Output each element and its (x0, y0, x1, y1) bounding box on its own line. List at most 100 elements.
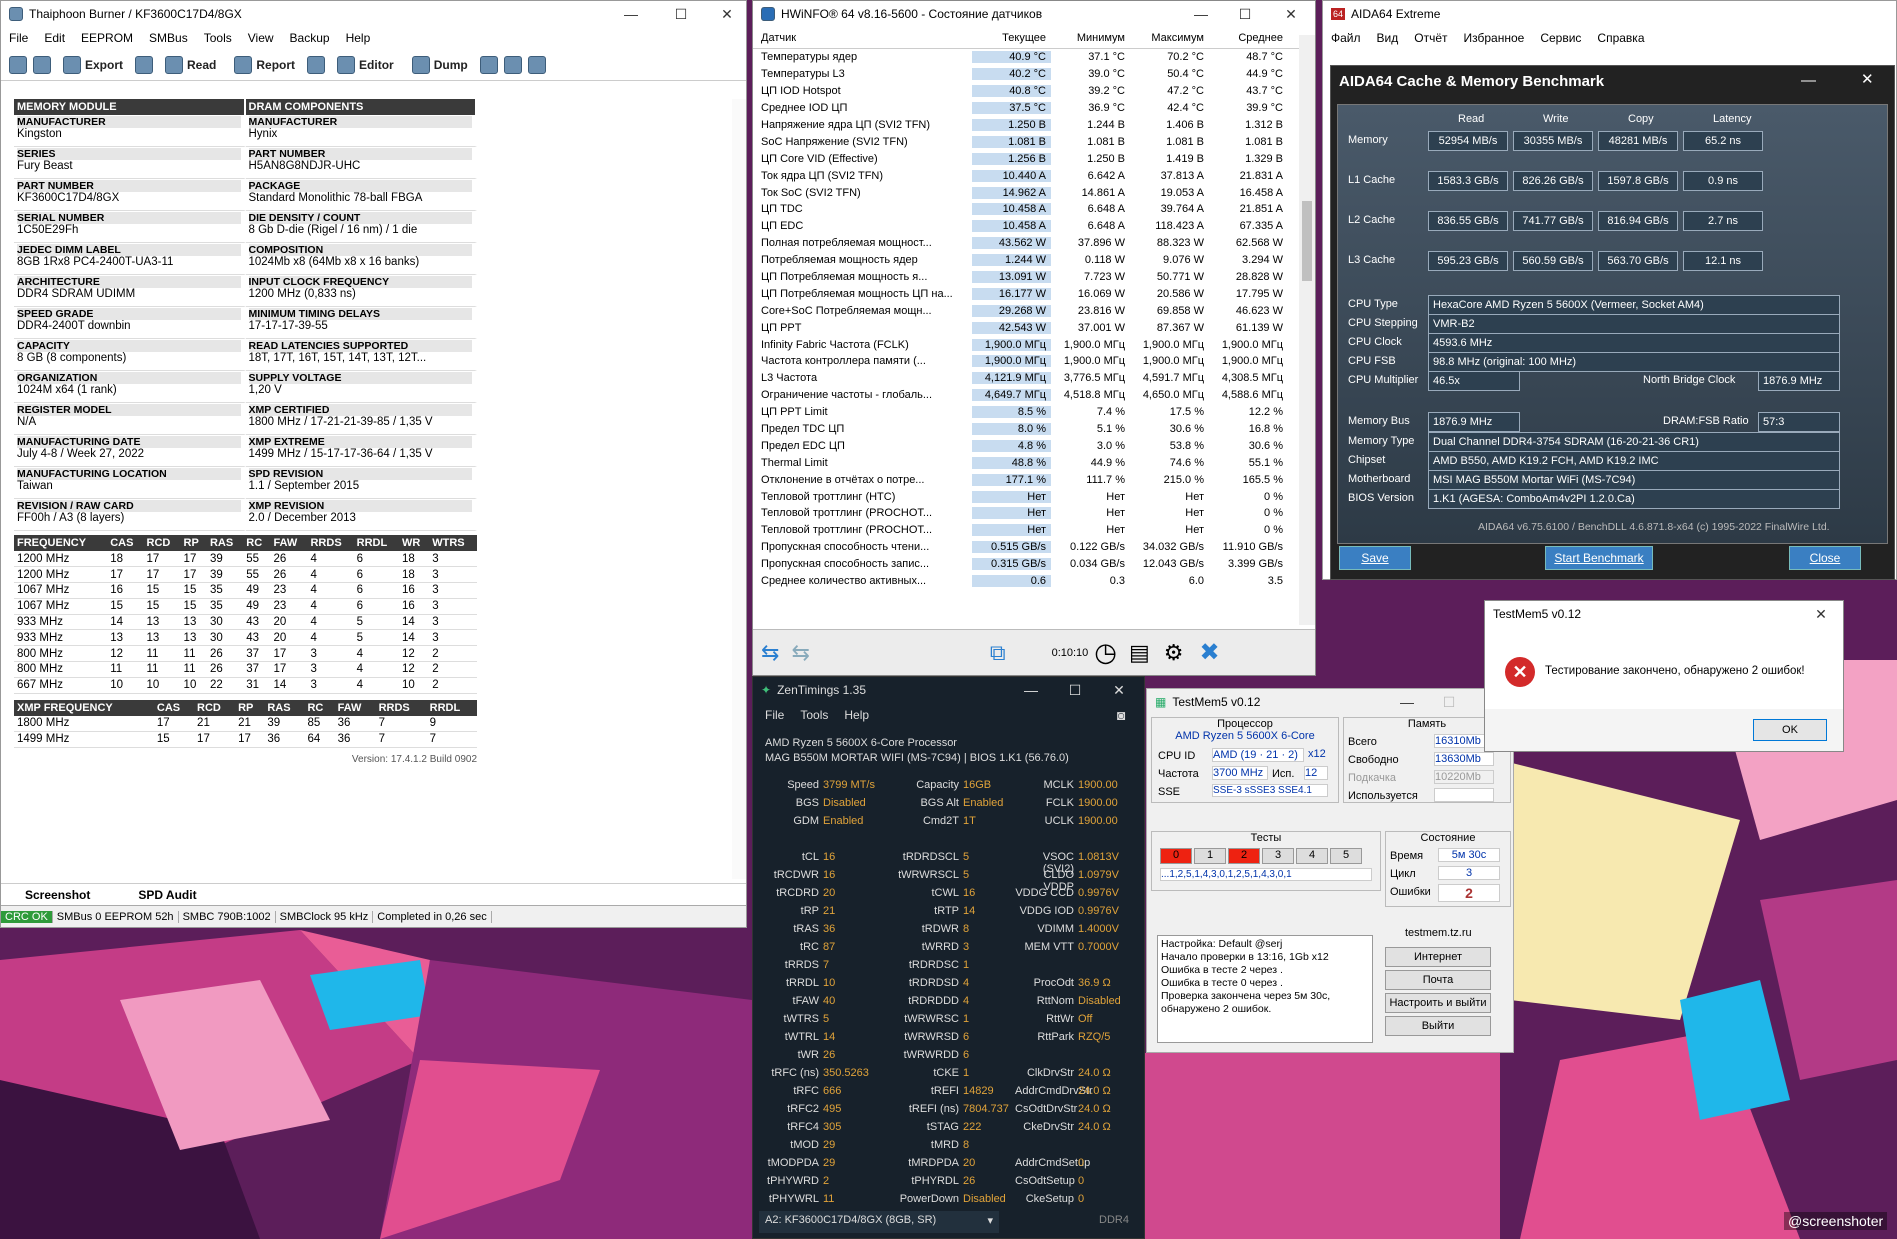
menu-item-view[interactable]: View (240, 31, 282, 45)
monitor-icon[interactable] (527, 55, 546, 74)
sensor-row[interactable]: Температуры ядер 40.9 °C 37.1 °C 70.2 °C 48.… (753, 49, 1315, 66)
sensor-row[interactable]: ЦП PPT 42.543 W 37.001 W 87.367 W 61.139 W (753, 319, 1315, 336)
sensor-row[interactable]: Тепловой троттлинг (PROCHOT... Нет Нет Нет 0… (753, 505, 1315, 522)
benchmark-titlebar[interactable]: AIDA64 Cache & Memory Benchmark — ✕ (1331, 66, 1894, 96)
camera-icon[interactable]: ◙ (1117, 707, 1125, 723)
ok-button[interactable]: OK (1753, 719, 1827, 741)
button-3[interactable]: Выйти (1385, 1016, 1491, 1036)
sensor-row[interactable]: SoC Напряжение (SVI2 TFN) 1.081 В 1.081 В 1… (753, 133, 1315, 150)
sensor-row[interactable]: Напряжение ядра ЦП (SVI2 TFN) 1.250 В 1.24… (753, 117, 1315, 134)
minimize-button[interactable]: — (1011, 677, 1051, 703)
sensor-row[interactable]: Infinity Fabric Частота (FCLK) 1,900.0 МГ… (753, 336, 1315, 353)
menu-item-tools[interactable]: Tools (196, 31, 240, 45)
copy-icon[interactable] (503, 55, 522, 74)
zentimings-titlebar[interactable]: ✦ ZenTimings 1.35 — ☐ ✕ (753, 677, 1144, 703)
minimize-button[interactable]: — (611, 1, 651, 27)
menu-item-edit[interactable]: Edit (36, 31, 73, 45)
menu-item-smbus[interactable]: SMBus (141, 31, 196, 45)
sensor-row[interactable]: Полная потребляемая мощност... 43.562 W 37… (753, 235, 1315, 252)
sensor-row[interactable]: Предел EDC ЦП 4.8 % 3.0 % 53.8 % 30.6 % (753, 437, 1315, 454)
sensor-row[interactable]: Пропускная способность запис... 0.315 GB/… (753, 556, 1315, 573)
close-sensors-icon[interactable]: ✖ (1200, 638, 1220, 667)
menu-item-справка[interactable]: Справка (1589, 31, 1652, 45)
settings-icon[interactable]: ⚙ (1164, 640, 1184, 666)
settings-icon[interactable] (9, 55, 27, 74)
report-button[interactable]: Report (228, 55, 301, 74)
close-button[interactable]: ✕ (707, 1, 746, 27)
sensor-row[interactable]: ЦП TDC 10.458 A 6.648 A 39.764 A 21.851 A (753, 201, 1315, 218)
sensor-row[interactable]: Thermal Limit 48.8 % 44.9 % 74.6 % 55.1 % (753, 454, 1315, 471)
sensor-row[interactable]: Среднее IOD ЦП 37.5 °C 36.9 °C 42.4 °C 39.9 … (753, 100, 1315, 117)
save-button[interactable]: Save (1339, 546, 1411, 570)
column-header-3[interactable]: Максимум (1130, 32, 1209, 44)
sensor-row[interactable]: ЦП Потребляемая мощность ЦП на... 16.177 … (753, 285, 1315, 302)
menu-item-help[interactable]: Help (836, 708, 877, 722)
maximize-button[interactable]: ☐ (1225, 1, 1265, 27)
column-header-0[interactable]: Датчик (753, 32, 972, 44)
sensor-row[interactable]: ЦП EDC 10.458 A 6.648 A 118.423 A 67.335 A (753, 218, 1315, 235)
maximize-button[interactable]: ☐ (661, 1, 701, 27)
close-benchmark-button[interactable]: Close (1789, 546, 1861, 570)
sensor-row[interactable]: ЦП Core VID (Effective) 1.256 В 1.250 В 1.4… (753, 150, 1315, 167)
menu-item-file[interactable]: File (757, 708, 792, 722)
minimize-button[interactable]: — (1181, 1, 1221, 27)
menu-item-отчёт[interactable]: Отчёт (1406, 31, 1455, 45)
wrench-icon[interactable] (307, 55, 326, 74)
dump-button[interactable]: Dump (406, 55, 474, 74)
column-header-4[interactable]: Среднее (1209, 32, 1288, 44)
close-button[interactable]: ✕ (1099, 677, 1139, 703)
menu-item-вид[interactable]: Вид (1369, 31, 1407, 45)
scrollbar[interactable] (1299, 35, 1315, 625)
maximize-button[interactable]: ☐ (1055, 677, 1095, 703)
sensor-row[interactable]: Отклонение в отчётах о потре... 177.1 % 11… (753, 471, 1315, 488)
sensor-row[interactable]: Тепловой троттлинг (PROCHOT... Нет Нет Нет 0… (753, 522, 1315, 539)
sensor-row[interactable]: ЦП PPT Limit 8.5 % 7.4 % 17.5 % 12.2 % (753, 404, 1315, 421)
button-0[interactable]: Интернет (1385, 947, 1491, 967)
sensor-row[interactable]: ЦП Потребляемая мощность я... 13.091 W 7.7… (753, 269, 1315, 286)
aida64-titlebar[interactable]: 64 AIDA64 Extreme (1323, 1, 1896, 27)
thaiphoon-titlebar[interactable]: Thaiphoon Burner / KF3600C17D4/8GX — ☐ ✕ (1, 1, 746, 27)
sensor-row[interactable]: Температуры L3 40.2 °C 39.0 °C 50.4 °C 44.9 … (753, 66, 1315, 83)
menu-item-сервис[interactable]: Сервис (1532, 31, 1589, 45)
scrollbar[interactable] (732, 99, 746, 879)
sensor-row[interactable]: Тепловой троттлинг (HTC) Нет Нет Нет 0 % (753, 488, 1315, 505)
column-header-2[interactable]: Минимум (1051, 32, 1130, 44)
menu-item-eeprom[interactable]: EEPROM (73, 31, 141, 45)
tab-spd-audit[interactable]: SPD Audit (114, 888, 220, 902)
dialog-titlebar[interactable]: TestMem5 v0.12 ✕ (1485, 601, 1843, 627)
sensor-row[interactable]: Частота контроллера памяти (... 1,900.0 М… (753, 353, 1315, 370)
sensor-row[interactable]: Core+SoC Потребляемая мощн... 29.268 W 23.… (753, 302, 1315, 319)
menu-item-файл[interactable]: Файл (1323, 31, 1369, 45)
lock-icon[interactable] (135, 55, 154, 74)
sensor-row[interactable]: ЦП IOD Hotspot 40.8 °C 39.2 °C 47.2 °C 43.7 … (753, 83, 1315, 100)
export-button[interactable]: Export (57, 55, 129, 74)
menu-item-избранное[interactable]: Избранное (1456, 31, 1533, 45)
arrows-icon[interactable]: ⇆ (761, 640, 779, 666)
minimize-button[interactable]: — (1387, 689, 1427, 715)
maximize-button[interactable]: ☐ (1429, 689, 1469, 715)
minimize-button[interactable]: — (1801, 72, 1816, 89)
close-button[interactable]: ✕ (1801, 601, 1841, 627)
button-1[interactable]: Почта (1385, 970, 1491, 990)
sensor-row[interactable]: Ток ядра ЦП (SVI2 TFN) 10.440 A 6.642 A 37.… (753, 167, 1315, 184)
sensor-row[interactable]: Ток SoC (SVI2 TFN) 14.962 A 14.861 A 19.053… (753, 184, 1315, 201)
hwinfo-titlebar[interactable]: HWiNFO® 64 v8.16-5600 - Состояние датчик… (753, 1, 1315, 27)
tab-screenshot[interactable]: Screenshot (1, 888, 114, 902)
sensor-row[interactable]: Предел TDC ЦП 8.0 % 5.1 % 30.6 % 16.8 % (753, 421, 1315, 438)
sensor-row[interactable]: L3 Частота 4,121.9 МГц 3,776.5 МГц 4,591.7 … (753, 370, 1315, 387)
read-button[interactable]: Read (159, 55, 222, 74)
testmem-titlebar[interactable]: ▦ TestMem5 v0.12 — ☐ (1147, 689, 1513, 715)
sensor-row[interactable]: Среднее количество активных... 0.6 0.3 6.0 3… (753, 573, 1315, 590)
menu-item-backup[interactable]: Backup (282, 31, 338, 45)
sensor-row[interactable]: Ограничение частоты - глобаль... 4,649.7 … (753, 387, 1315, 404)
button-2[interactable]: Настроить и выйти (1385, 993, 1491, 1013)
close-button[interactable]: ✕ (1271, 1, 1311, 27)
start-benchmark-button[interactable]: Start Benchmark (1545, 546, 1653, 570)
editor-button[interactable]: Editor (331, 55, 400, 74)
open-icon[interactable] (33, 55, 51, 74)
column-header-1[interactable]: Текущее (972, 32, 1051, 44)
clock-icon[interactable]: ◷ (1094, 637, 1117, 668)
sensor-row[interactable]: Пропускная способность чтени... 0.515 GB/… (753, 539, 1315, 556)
add-report-icon[interactable]: ▤ (1129, 640, 1150, 666)
menu-item-tools[interactable]: Tools (792, 708, 836, 722)
